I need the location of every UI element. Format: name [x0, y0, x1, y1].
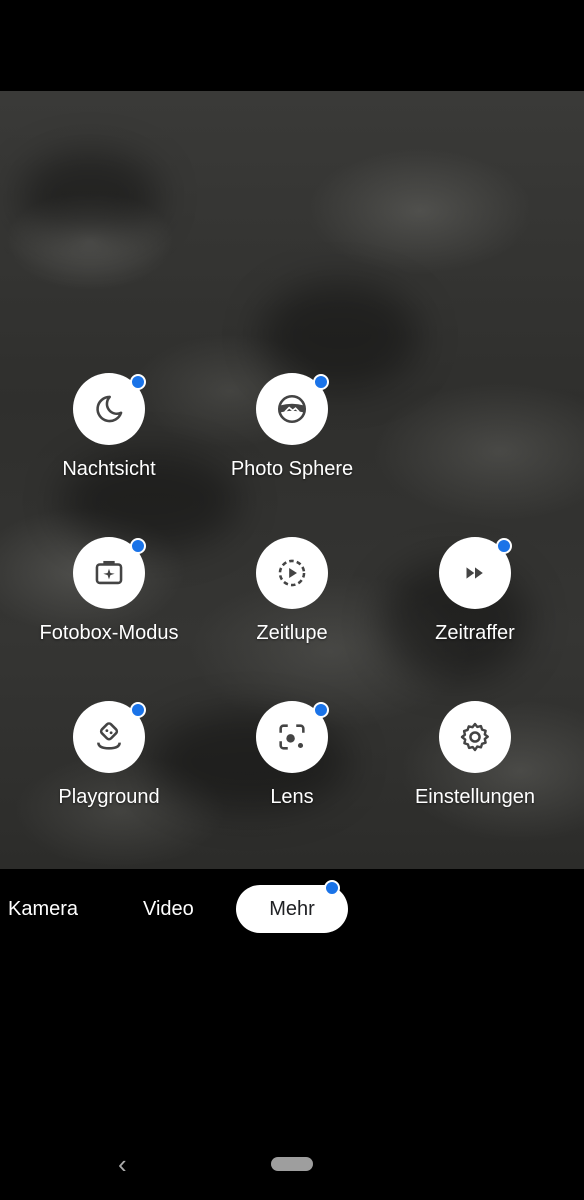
- new-badge-dot: [313, 374, 329, 390]
- new-badge-dot: [130, 374, 146, 390]
- mode-label: Einstellungen: [414, 786, 536, 808]
- tab-kamera[interactable]: Kamera: [8, 885, 78, 933]
- mode-photo-sphere[interactable]: Photo Sphere: [202, 373, 382, 481]
- mode-button[interactable]: [73, 373, 146, 445]
- playground-icon: [97, 722, 121, 750]
- mode-button[interactable]: [256, 373, 329, 445]
- moon-icon: [96, 395, 123, 423]
- mode-button[interactable]: [256, 701, 329, 773]
- mode-button[interactable]: [256, 537, 328, 609]
- tab-video[interactable]: Video: [143, 885, 194, 933]
- new-badge-dot: [130, 702, 146, 718]
- time-lapse-icon: [466, 567, 483, 579]
- home-pill-icon[interactable]: [271, 1157, 313, 1171]
- mode-label: Lens: [270, 786, 314, 808]
- mode-label: Zeitlupe: [256, 622, 328, 644]
- lens-icon: [279, 724, 305, 750]
- viewfinder-shadow: [20, 151, 160, 241]
- new-badge-dot: [496, 538, 512, 554]
- system-nav-bar: ‹: [0, 1140, 584, 1188]
- mode-zeitraffer[interactable]: Zeitraffer: [385, 537, 565, 645]
- mode-label: Playground: [58, 786, 160, 808]
- mode-button[interactable]: [439, 701, 511, 773]
- tab-mehr-label: Mehr: [269, 898, 315, 920]
- mode-playground[interactable]: Playground: [19, 701, 199, 809]
- slow-motion-icon: [278, 559, 306, 587]
- photobooth-icon: [95, 560, 123, 585]
- mode-button[interactable]: [439, 537, 512, 609]
- new-badge-dot: [313, 702, 329, 718]
- mode-zeitlupe[interactable]: Zeitlupe: [202, 537, 382, 645]
- mode-lens[interactable]: Lens: [202, 701, 382, 809]
- mode-label: Photo Sphere: [230, 458, 354, 480]
- mode-button[interactable]: [73, 537, 146, 609]
- mode-label: Fotobox-Modus: [39, 622, 179, 644]
- tab-mehr[interactable]: Mehr: [236, 880, 348, 933]
- new-badge-dot: [324, 880, 340, 896]
- mode-nachtsicht[interactable]: Nachtsicht: [19, 373, 199, 481]
- settings-gear-icon: [460, 722, 489, 752]
- mode-einstellungen[interactable]: Einstellungen: [385, 701, 565, 809]
- new-badge-dot: [130, 538, 146, 554]
- back-chevron-icon[interactable]: ‹: [118, 1149, 127, 1179]
- mode-button[interactable]: [73, 701, 146, 773]
- mode-tab-bar: Kamera Video Mehr: [0, 880, 584, 933]
- mode-label: Zeitraffer: [435, 622, 515, 644]
- mode-fotobox[interactable]: Fotobox-Modus: [19, 537, 199, 645]
- mode-label: Nachtsicht: [62, 458, 156, 480]
- photo-sphere-icon: [277, 394, 307, 424]
